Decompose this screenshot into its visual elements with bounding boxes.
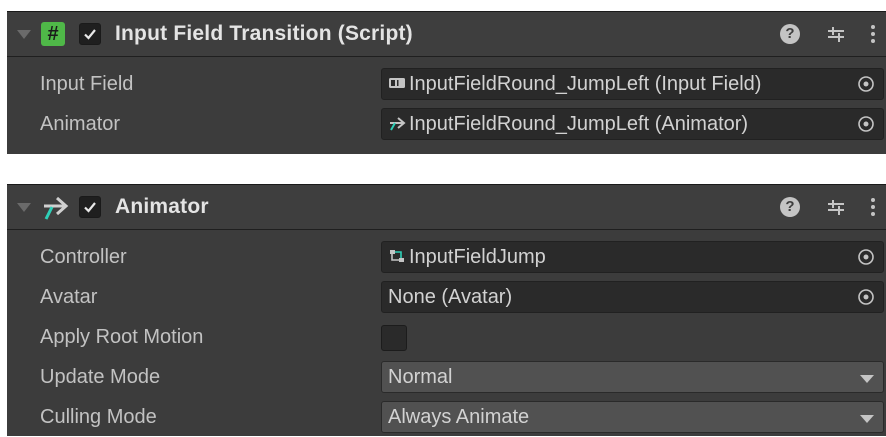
animator-component-header[interactable]: Animator ? [7,184,886,230]
script-component-header[interactable]: # Input Field Transition (Script) ? [7,11,886,57]
animator-object-field[interactable]: InputFieldRound_JumpLeft (Animator) [381,108,884,140]
animator-controller-icon [390,250,404,262]
presets-icon[interactable] [826,197,846,217]
apply-root-motion-row: Apply Root Motion [7,317,886,357]
object-picker-icon[interactable] [857,75,875,93]
script-enabled-checkbox[interactable] [79,23,101,45]
controller-object-field[interactable]: InputFieldJump [381,241,884,273]
dropdown-value: Always Animate [388,406,530,428]
field-label: Apply Root Motion [40,326,204,348]
object-picker-icon[interactable] [857,288,875,306]
object-picker-icon[interactable] [857,115,875,133]
dropdown-arrow-icon [860,415,874,423]
presets-icon[interactable] [826,24,846,44]
help-icon[interactable]: ? [780,197,800,217]
avatar-object-field[interactable]: None (Avatar) [381,281,884,313]
input-field-icon [389,78,405,88]
field-label: Avatar [40,286,98,308]
checkmark-icon [84,29,96,40]
script-component-panel: # Input Field Transition (Script) ? Inpu… [7,11,886,154]
field-value: None (Avatar) [388,286,513,308]
animator-row: Animator InputFieldRound_JumpLeft (Anima… [7,104,886,144]
script-hash-icon: # [41,22,65,46]
foldout-arrow-icon[interactable] [17,202,31,212]
animator-component-panel: Animator ? Controller InputFieldJump Ava… [7,184,886,436]
input-field-row: Input Field InputFieldRound_JumpLeft (In… [7,64,886,104]
field-label: Culling Mode [40,406,157,428]
component-title: Animator [115,195,209,218]
dropdown-arrow-icon [860,375,874,383]
animator-icon [44,196,69,220]
checkmark-icon [84,202,96,213]
component-title: Input Field Transition (Script) [115,22,413,45]
culling-mode-row: Culling Mode Always Animate [7,397,886,437]
field-value: InputFieldJump [409,246,546,268]
update-mode-row: Update Mode Normal [7,357,886,397]
animator-icon [390,117,406,131]
avatar-row: Avatar None (Avatar) [7,277,886,317]
field-label: Animator [40,113,121,135]
input-field-object-field[interactable]: InputFieldRound_JumpLeft (Input Field) [381,68,884,100]
object-picker-icon[interactable] [857,248,875,266]
field-value: InputFieldRound_JumpLeft (Input Field) [409,73,762,95]
field-label: Input Field [40,73,134,95]
apply-root-motion-checkbox[interactable] [381,325,407,351]
help-icon[interactable]: ? [780,24,800,44]
foldout-arrow-icon[interactable] [17,29,31,39]
animator-enabled-checkbox[interactable] [79,196,101,218]
kebab-menu-icon[interactable] [870,197,876,217]
field-label: Update Mode [40,366,161,388]
controller-row: Controller InputFieldJump [7,237,886,277]
dropdown-value: Normal [388,366,453,388]
culling-mode-dropdown[interactable]: Always Animate [381,401,884,433]
field-value: InputFieldRound_JumpLeft (Animator) [409,113,749,135]
kebab-menu-icon[interactable] [870,24,876,44]
field-label: Controller [40,246,127,268]
update-mode-dropdown[interactable]: Normal [381,361,884,393]
